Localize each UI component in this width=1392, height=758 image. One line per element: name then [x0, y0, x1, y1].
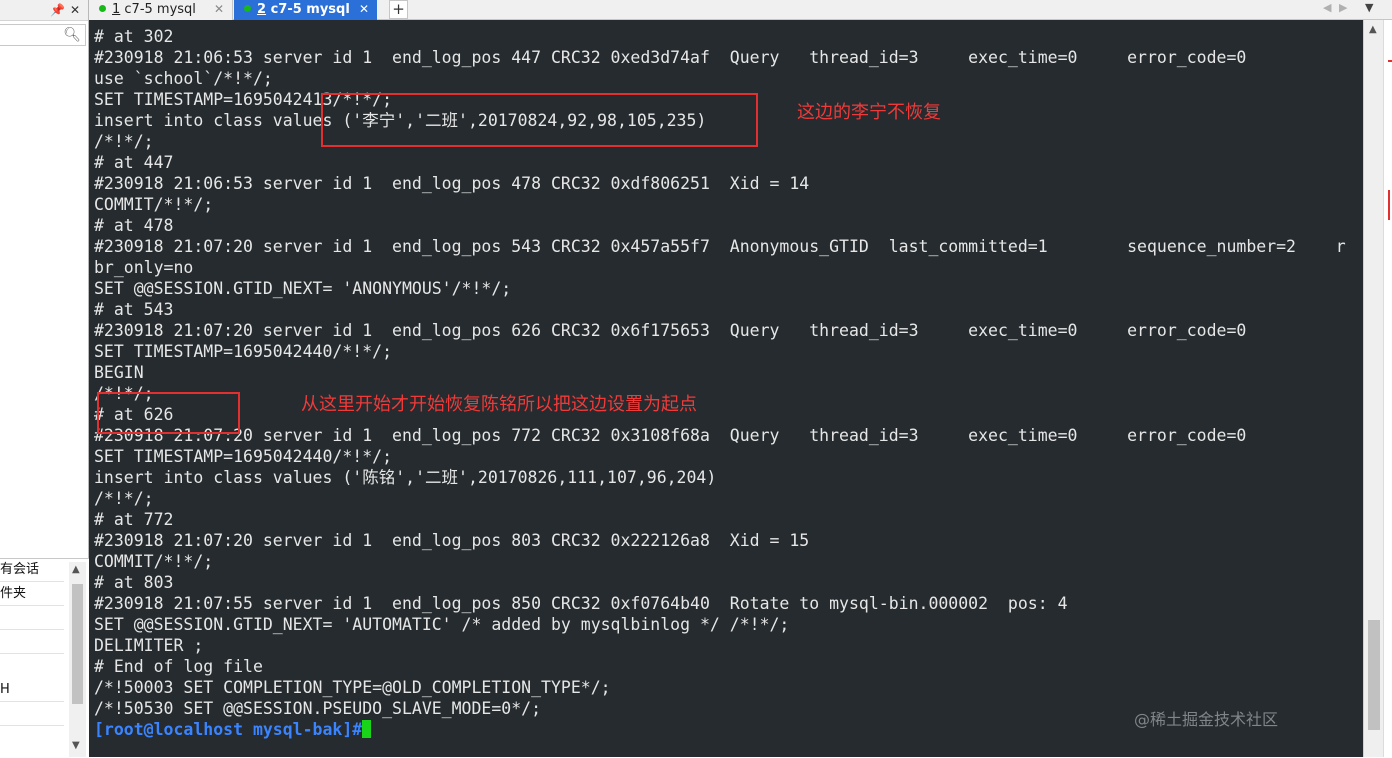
terminal-line: use `school`/*!*/;	[94, 69, 273, 88]
scroll-up-icon[interactable]: ▲	[72, 564, 80, 575]
tab-label: c7-5 mysql	[120, 2, 196, 17]
session-tab-bar: 1 c7-5 mysql ✕ 2 c7-5 mysql ✕ + ◀ ▶ ▼	[89, 0, 1392, 20]
terminal-line: SET TIMESTAMP=1695042440/*!*/;	[94, 447, 393, 466]
search-icon[interactable]: 🔍︎	[63, 27, 81, 43]
terminal-line: COMMIT/*!*/;	[94, 552, 214, 571]
highlight-box-at-626	[97, 392, 240, 434]
tab-session-1[interactable]: 1 c7-5 mysql ✕	[89, 0, 233, 20]
terminal-line: # at 302	[94, 27, 174, 46]
session-search-input[interactable]: 🔍︎	[0, 24, 86, 46]
annotation-chenming: 从这里开始才开始恢复陈铭所以把这边设置为起点	[301, 394, 697, 415]
tab-label: c7-5 mysql	[266, 2, 350, 17]
scrollbar-thumb[interactable]	[1368, 620, 1380, 730]
terminal-line: /*!*/;	[94, 489, 154, 508]
terminal-line: #230918 21:07:20 server id 1 end_log_pos…	[94, 237, 1346, 256]
scrollbar-thumb[interactable]	[72, 584, 83, 704]
terminal-line: /*!50530 SET @@SESSION.PSEUDO_SLAVE_MODE…	[94, 699, 542, 718]
terminal-line: COMMIT/*!*/;	[94, 195, 214, 214]
tab-list-dropdown-icon[interactable]: ▼	[1365, 1, 1373, 14]
session-item-folder[interactable]: 件夹	[0, 583, 64, 606]
terminal-line: # at 772	[94, 510, 174, 529]
terminal-line: #230918 21:07:55 server id 1 end_log_pos…	[94, 594, 1068, 613]
terminal-line: #230918 21:07:20 server id 1 end_log_pos…	[94, 426, 1247, 445]
pane-header: 📌 ✕	[0, 0, 88, 21]
terminal-scrollbar[interactable]: ▲	[1363, 20, 1383, 757]
red-mark	[1388, 190, 1390, 220]
session-item[interactable]	[0, 607, 64, 630]
shell-prompt: [root@localhost mysql-bak]#	[94, 720, 363, 739]
terminal-line: br_only=no	[94, 258, 194, 277]
session-list-scrollbar[interactable]: ▲ ▼	[69, 562, 86, 757]
terminal-line: SET @@SESSION.GTID_NEXT= 'AUTOMATIC' /* …	[94, 615, 790, 634]
pin-icon[interactable]: 📌	[50, 1, 65, 19]
tab-number: 2	[257, 2, 267, 17]
tab-scroll-left-icon[interactable]: ◀	[1323, 1, 1331, 14]
terminal-line: /*!*/;	[94, 132, 154, 151]
session-item[interactable]	[0, 631, 64, 654]
terminal-line: #230918 21:07:20 server id 1 end_log_pos…	[94, 321, 1247, 340]
close-icon[interactable]: ✕	[214, 0, 224, 19]
terminal-line: SET TIMESTAMP=1695042440/*!*/;	[94, 342, 393, 361]
connected-status-icon	[244, 5, 251, 12]
tab-session-2[interactable]: 2 c7-5 mysql ✕	[234, 0, 377, 20]
close-icon[interactable]: ✕	[70, 1, 80, 19]
session-item[interactable]	[0, 703, 64, 726]
watermark: @稀土掘金技术社区	[1134, 710, 1279, 729]
session-item-all-sessions[interactable]: 有会话	[0, 559, 64, 582]
background-window-edge	[1383, 20, 1392, 757]
terminal-line: # at 543	[94, 300, 174, 319]
terminal-line: #230918 21:06:53 server id 1 end_log_pos…	[94, 174, 810, 193]
red-mark	[1388, 60, 1392, 62]
scroll-down-icon[interactable]: ▼	[72, 740, 80, 751]
session-manager-pane: 📌 ✕ 🔍︎ 有会话 件夹 H ▲ ▼	[0, 0, 89, 758]
shell-prompt-line[interactable]: [root@localhost mysql-bak]#	[94, 719, 372, 740]
terminal-line: BEGIN	[94, 363, 144, 382]
annotation-lining: 这边的李宁不恢复	[797, 102, 941, 123]
terminal-cursor	[362, 720, 372, 738]
tab-scroll-right-icon[interactable]: ▶	[1339, 1, 1347, 14]
session-item-label: 件夹	[0, 586, 27, 601]
terminal-line: /*!50003 SET COMPLETION_TYPE=@OLD_COMPLE…	[94, 678, 611, 697]
terminal-line: #230918 21:06:53 server id 1 end_log_pos…	[94, 48, 1247, 67]
terminal-line: # End of log file	[94, 657, 263, 676]
terminal-output[interactable]: # at 302 #230918 21:06:53 server id 1 en…	[89, 20, 1363, 757]
terminal-line: # at 803	[94, 573, 174, 592]
terminal-line: #230918 21:07:20 server id 1 end_log_pos…	[94, 531, 810, 550]
terminal-line: # at 447	[94, 153, 174, 172]
connected-status-icon	[99, 5, 106, 12]
highlight-box-lining	[321, 93, 758, 147]
scroll-up-icon[interactable]: ▲	[1369, 24, 1377, 35]
session-item-label: H	[0, 682, 10, 697]
session-item[interactable]: H	[0, 679, 64, 702]
session-item-label: 有会话	[0, 562, 40, 577]
close-icon[interactable]: ✕	[359, 0, 369, 19]
new-tab-button[interactable]: +	[389, 0, 408, 19]
terminal-line: DELIMITER ;	[94, 636, 204, 655]
terminal-line: SET @@SESSION.GTID_NEXT= 'ANONYMOUS'/*!*…	[94, 279, 512, 298]
terminal-line: # at 478	[94, 216, 174, 235]
terminal-line: insert into class values ('陈铭','二班',2017…	[94, 468, 717, 487]
